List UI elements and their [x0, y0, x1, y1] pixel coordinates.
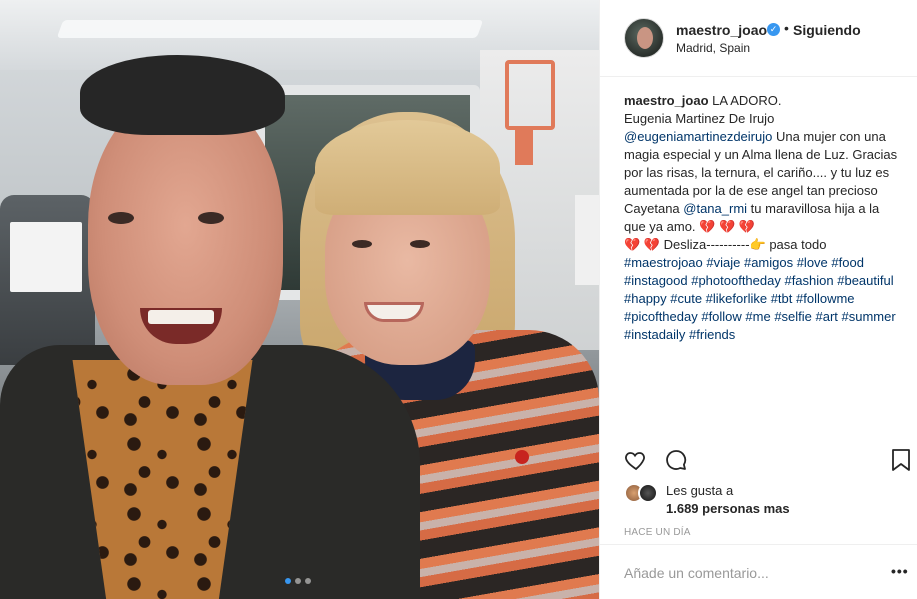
comment-bar: ••• — [600, 544, 917, 599]
header-username[interactable]: maestro_joao — [676, 22, 767, 38]
seat-card — [10, 222, 82, 292]
post-actions — [600, 445, 917, 477]
post-photo[interactable] — [0, 0, 599, 599]
man-hair — [80, 55, 285, 135]
woman-eye-right — [410, 240, 430, 248]
likes-count[interactable]: 1.689 personas mas — [666, 501, 790, 516]
door-sign-panel — [515, 130, 533, 165]
broken-heart-emoji: 💔 💔 💔 — [699, 219, 755, 234]
woman-eye-left — [352, 240, 372, 248]
man-eye-left — [108, 212, 134, 224]
broken-heart-emoji: 💔 💔 — [624, 237, 660, 252]
likes-summary: Les gusta a 1.689 personas mas — [624, 480, 914, 520]
post-caption: maestro_joao LA ADORO. Eugenia Martinez … — [624, 92, 902, 344]
ceiling-light — [56, 20, 484, 38]
more-options-button[interactable]: ••• — [891, 563, 909, 579]
post-sidebar: maestro_joao ✓ • Siguiendo Madrid, Spain… — [599, 0, 917, 599]
seat-card-right — [575, 195, 599, 285]
man-eye-right — [198, 212, 224, 224]
door-sign — [505, 60, 555, 130]
header-separator: • — [784, 20, 789, 36]
caption-swipe: Desliza---------- — [660, 237, 750, 252]
man-teeth — [148, 310, 214, 324]
caption-line1: LA ADORO. — [708, 93, 782, 108]
liker-avatars[interactable] — [624, 483, 664, 503]
carousel-dot[interactable] — [295, 578, 301, 584]
carousel-indicator — [285, 578, 311, 584]
caption-swipe-end: pasa todo — [765, 237, 827, 252]
mention-link[interactable]: @tana_rmi — [683, 201, 747, 216]
heart-outline-icon[interactable] — [624, 448, 648, 477]
likes-count-number[interactable]: 1.689 — [666, 501, 699, 516]
comment-input[interactable] — [624, 563, 864, 583]
bookmark-icon[interactable] — [890, 448, 912, 477]
avatar[interactable] — [624, 18, 664, 58]
pointing-hand-emoji: 👉 — [749, 237, 766, 252]
heart-pin — [515, 450, 529, 464]
likes-count-suffix[interactable]: personas mas — [699, 501, 789, 516]
avatar[interactable] — [638, 483, 658, 503]
carousel-dot[interactable] — [285, 578, 291, 584]
post-header: maestro_joao ✓ • Siguiendo Madrid, Spain — [600, 0, 917, 77]
following-button[interactable]: Siguiendo — [793, 22, 861, 38]
verified-badge-icon: ✓ — [767, 23, 780, 36]
woman-bangs — [315, 120, 500, 215]
hashtag-list[interactable]: #maestrojoao #viaje #amigos #love #food … — [624, 255, 896, 342]
likes-label: Les gusta a — [666, 483, 734, 498]
carousel-dot[interactable] — [305, 578, 311, 584]
post-timestamp[interactable]: HACE UN DÍA — [624, 527, 691, 538]
caption-line2: Eugenia Martinez De Irujo — [624, 111, 775, 126]
location-link[interactable]: Madrid, Spain — [676, 41, 750, 55]
comment-icon[interactable] — [664, 448, 688, 477]
caption-username[interactable]: maestro_joao — [624, 93, 709, 108]
mention-link[interactable]: @eugeniamartinezdeirujo — [624, 129, 772, 144]
